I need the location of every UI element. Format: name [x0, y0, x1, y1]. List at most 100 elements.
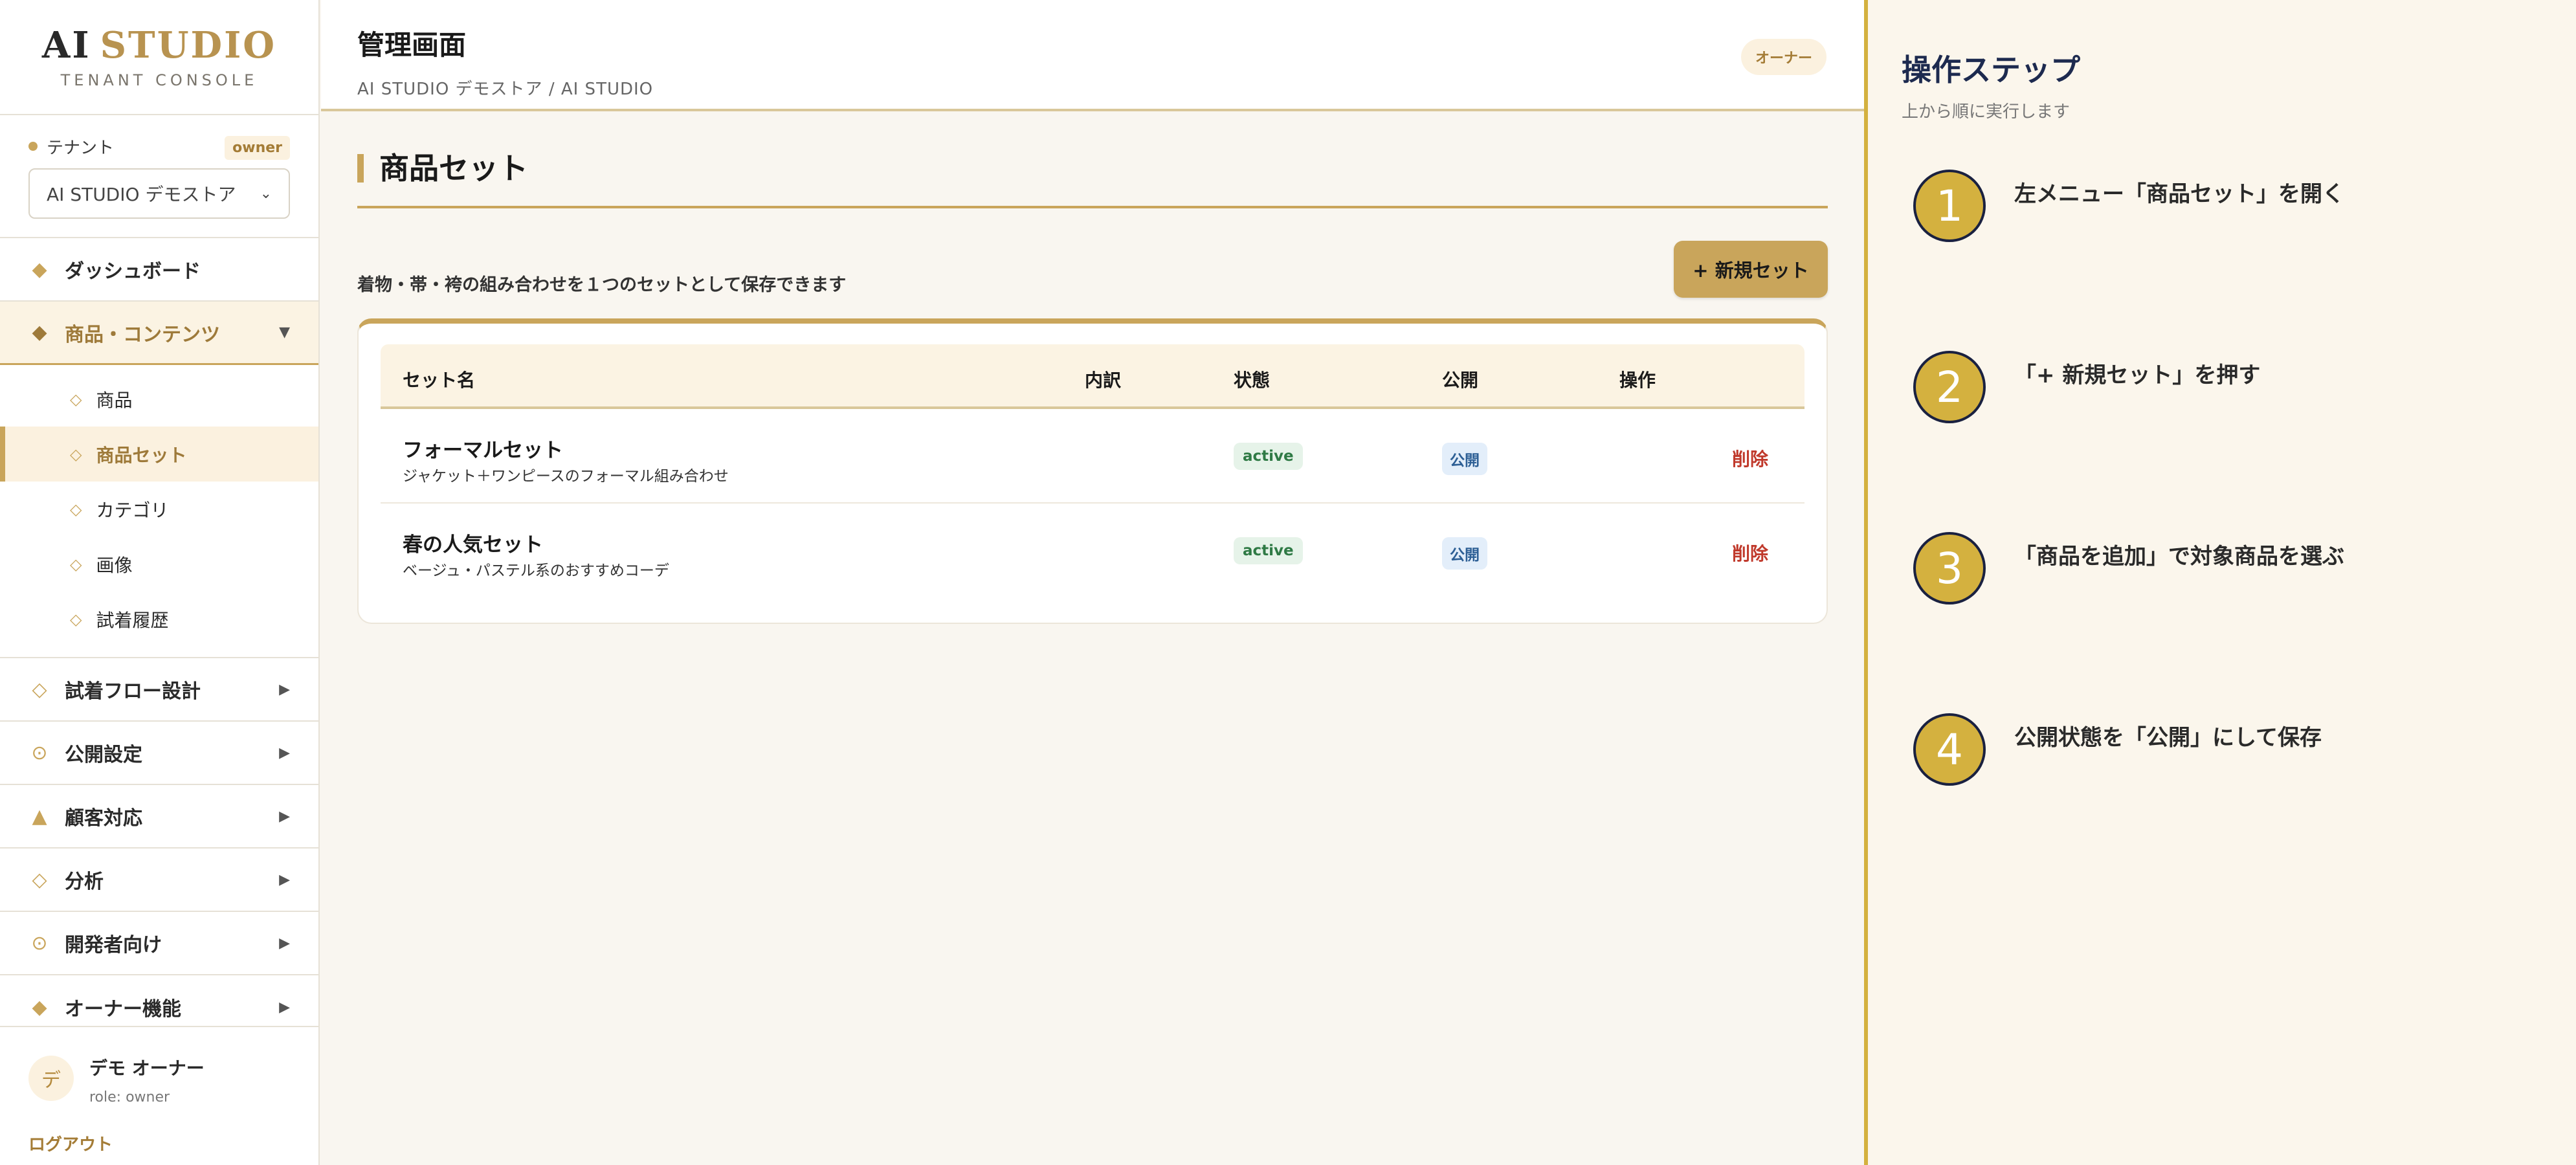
step-text: 左メニュー「商品セット」を開く [2014, 181, 2344, 207]
step-text: 公開状態を「公開」にして保存 [2014, 725, 2322, 751]
public-badge: 公開 [1442, 537, 1487, 570]
sidebar-item-label: カテゴリ [96, 499, 169, 521]
nav-publish-settings[interactable]: ⊙ 公開設定 ▶ [0, 722, 318, 785]
nav-tryon-flow[interactable]: ◇ 試着フロー設計 ▶ [0, 658, 318, 722]
column-header-public: 公開 [1442, 370, 1479, 391]
topbar: 管理画面 AI STUDIO デモストア / AI STUDIO オーナー [321, 0, 1864, 111]
status-badge: active [1234, 443, 1303, 470]
chevron-down-icon: ⌄ [260, 185, 272, 202]
caret-right-icon: ▶ [279, 744, 290, 761]
table-row[interactable]: フォーマルセット ジャケット＋ワンピースのフォーマル組み合わせ active 公… [381, 409, 1804, 504]
nav-analytics-label: 分析 [65, 871, 104, 893]
caret-right-icon: ▶ [279, 808, 290, 825]
diamond-outline-icon: ◇ [70, 500, 82, 518]
sidebar-item-categories[interactable]: ◇ カテゴリ [0, 482, 318, 537]
diamond-outline-icon: ◇ [70, 610, 82, 628]
tenant-label: テナント [47, 138, 115, 158]
table-row[interactable]: 春の人気セット ベージュ・パステル系のおすすめコーデ active 公開 削除 [381, 504, 1804, 598]
nav-customer-support-label: 顧客対応 [65, 807, 142, 830]
delete-button[interactable]: 削除 [1732, 540, 1768, 566]
diamond-filled-icon: ◆ [32, 258, 47, 281]
triangle-icon: ▲ [32, 804, 47, 828]
diamond-outline-icon: ◇ [32, 678, 47, 701]
nav-tryon-flow-label: 試着フロー設計 [65, 680, 201, 703]
diamond-filled-icon: ◆ [32, 995, 47, 1019]
sidebar: AI STUDIO TENANT CONSOLE テナント owner AI ST… [0, 0, 320, 1165]
nav-owner-features-label: オーナー機能 [65, 998, 181, 1021]
new-set-button[interactable]: + 新規セット [1674, 241, 1828, 298]
table-header: セット名 内訳 状態 公開 操作 [381, 344, 1804, 409]
sidebar-item-tryon-history[interactable]: ◇ 試着履歴 [0, 592, 318, 647]
target-icon: ⊙ [31, 931, 48, 955]
row-set-name: 春の人気セット [403, 533, 543, 557]
nav-products-contents-label: 商品・コンテンツ [65, 323, 220, 346]
nav-customer-support[interactable]: ▲ 顧客対応 ▶ [0, 785, 318, 849]
column-header-breakdown: 内訳 [1085, 370, 1122, 391]
caret-right-icon: ▶ [279, 871, 290, 888]
sidebar-item-label: 商品 [96, 389, 133, 411]
caret-right-icon: ▶ [279, 999, 290, 1015]
user-role: role: owner [89, 1089, 170, 1105]
row-set-desc: ジャケット＋ワンピースのフォーマル組み合わせ [403, 468, 729, 485]
step-item: 2 「+ 新規セット」を押す [1913, 351, 2560, 428]
tenant-select-value: AI STUDIO デモストア [47, 184, 236, 205]
nav-products-contents[interactable]: ◆ 商品・コンテンツ ▼ [0, 302, 318, 365]
nav-developers[interactable]: ⊙ 開発者向け ▶ [0, 912, 318, 975]
nav-publish-settings-label: 公開設定 [65, 744, 142, 766]
row-set-desc: ベージュ・パステル系のおすすめコーデ [403, 562, 669, 579]
nav-developers-label: 開発者向け [65, 934, 162, 957]
breadcrumb: AI STUDIO デモストア / AI STUDIO [357, 80, 654, 99]
steps-subtitle: 上から順に実行します [1902, 102, 2071, 122]
delete-button[interactable]: 削除 [1732, 445, 1768, 471]
diamond-outline-icon: ◇ [70, 445, 82, 463]
caret-right-icon: ▶ [279, 681, 290, 698]
tenant-select[interactable]: AI STUDIO デモストア ⌄ [28, 168, 290, 219]
role-badge: オーナー [1740, 39, 1827, 75]
brand-logo[interactable]: AI STUDIO TENANT CONSOLE [0, 0, 318, 115]
column-header-actions: 操作 [1619, 370, 1656, 391]
step-number: 2 [1913, 351, 1986, 423]
section-header: 商品セット [357, 153, 1828, 208]
page-title: 管理画面 [357, 29, 467, 61]
nav-dashboard[interactable]: ◆ ダッシュボード [0, 238, 318, 302]
tenant-section: テナント owner AI STUDIO デモストア ⌄ [0, 115, 318, 238]
step-number: 1 [1913, 170, 1986, 242]
brand-subtitle: TENANT CONSOLE [60, 71, 258, 89]
caret-right-icon: ▶ [279, 935, 290, 951]
sidebar-item-label: 商品セット [96, 444, 187, 466]
steps-panel: 操作ステップ 上から順に実行します 1 左メニュー「商品セット」を開く 2 「+… [1864, 0, 2576, 1165]
sidebar-item-images[interactable]: ◇ 画像 [0, 537, 318, 592]
caret-down-icon: ▼ [279, 324, 290, 340]
step-item: 1 左メニュー「商品セット」を開く [1913, 170, 2560, 247]
main-area: 管理画面 AI STUDIO デモストア / AI STUDIO オーナー 商品… [321, 0, 1864, 1165]
sidebar-item-label: 画像 [96, 554, 133, 576]
brand-ai: AI [41, 24, 91, 67]
section-accent-bar [357, 154, 364, 183]
section-description: 着物・帯・袴の組み合わせを１つのセットとして保存できます [357, 275, 847, 295]
row-set-name: フォーマルセット [403, 439, 563, 462]
diamond-outline-icon: ◇ [70, 555, 82, 573]
nav-analytics[interactable]: ◇ 分析 ▶ [0, 849, 318, 912]
sets-table: セット名 内訳 状態 公開 操作 フォーマルセット ジャケット＋ワンピースのフォ… [357, 318, 1828, 624]
column-header-name: セット名 [403, 370, 476, 391]
user-box: デ デモ オーナー role: owner ログアウト [0, 1026, 318, 1165]
diamond-outline-icon: ◇ [70, 390, 82, 408]
step-item: 3 「商品を追加」で対象商品を選ぶ [1913, 532, 2560, 610]
nav-sub-list: ◇ 商品 ◇ 商品セット ◇ カテゴリ ◇ 画像 ◇ 試着履歴 [0, 365, 318, 658]
owner-badge: owner [225, 136, 290, 160]
tenant-dot-icon [28, 142, 38, 151]
logout-link[interactable]: ログアウト [28, 1131, 290, 1155]
status-badge: active [1234, 537, 1303, 564]
sidebar-item-product-sets[interactable]: ◇ 商品セット [0, 427, 318, 482]
steps-title: 操作ステップ [1902, 52, 2080, 87]
public-badge: 公開 [1442, 443, 1487, 475]
sidebar-item-products[interactable]: ◇ 商品 [0, 372, 318, 427]
diamond-filled-icon: ◆ [32, 321, 47, 344]
content: 商品セット 着物・帯・袴の組み合わせを１つのセットとして保存できます + 新規セ… [321, 111, 1864, 624]
column-header-status: 状態 [1234, 370, 1271, 391]
target-icon: ⊙ [31, 741, 48, 764]
step-text: 「商品を追加」で対象商品を選ぶ [2014, 544, 2344, 570]
diamond-outline-icon: ◇ [32, 868, 47, 891]
avatar: デ [28, 1056, 74, 1101]
step-number: 3 [1913, 532, 1986, 605]
